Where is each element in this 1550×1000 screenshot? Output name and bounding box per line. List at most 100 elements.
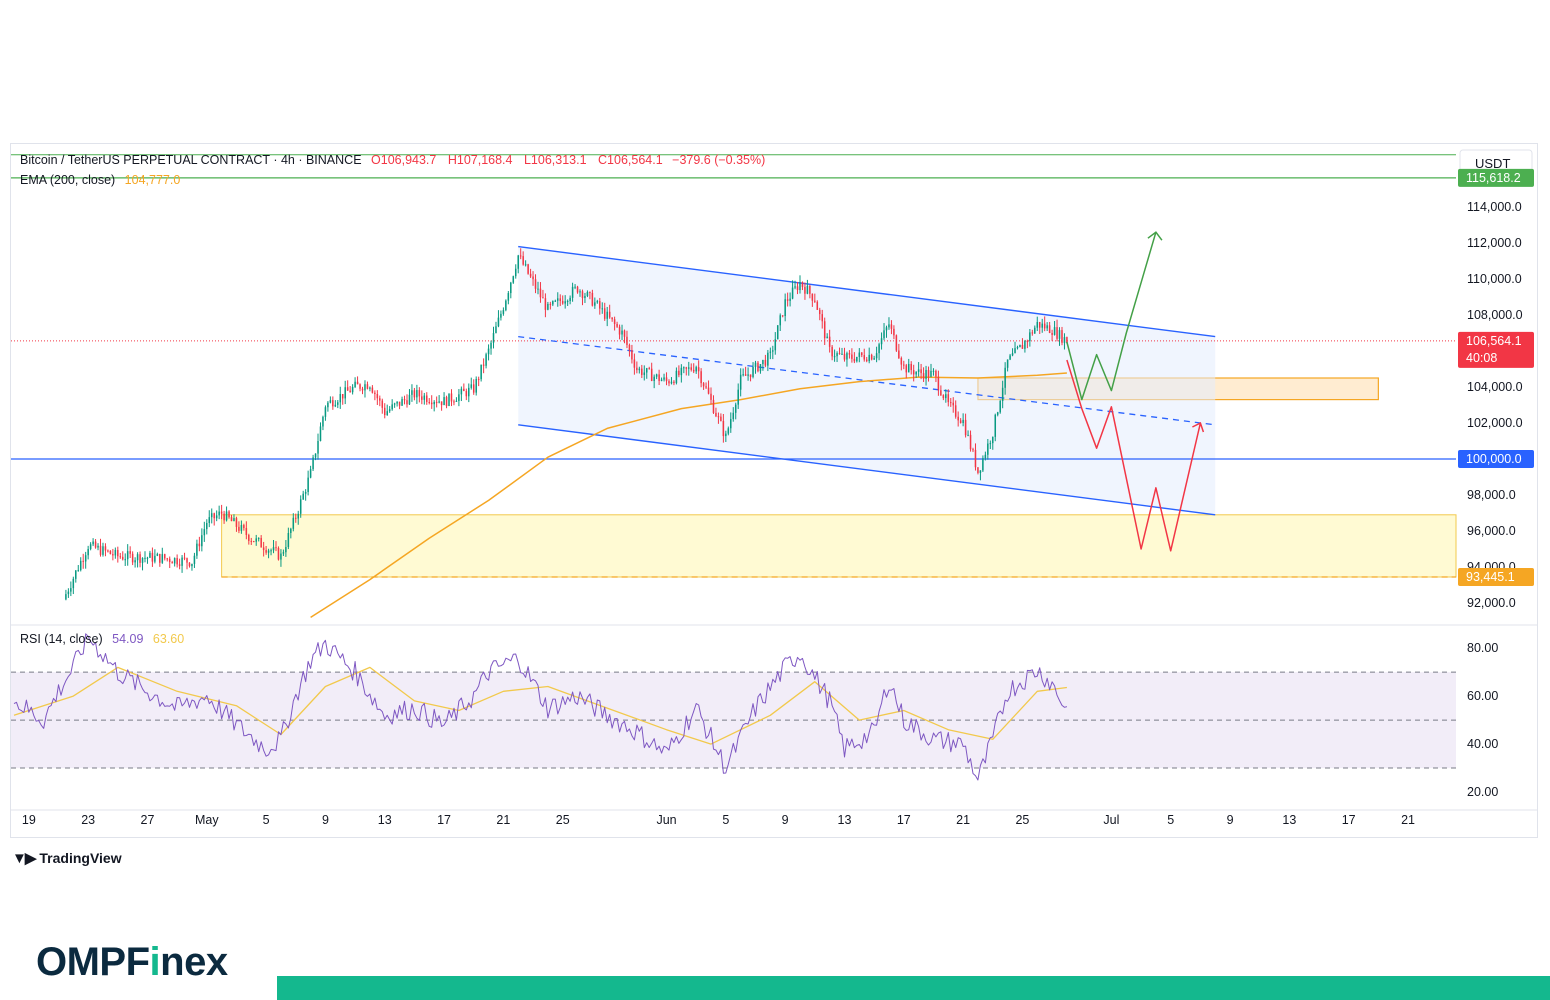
candle-body: [621, 330, 623, 335]
candle-body: [463, 388, 465, 392]
candle-body: [806, 285, 809, 294]
time-axis-tick: Jul: [1103, 813, 1119, 827]
candle-body: [915, 371, 917, 375]
candle-body: [878, 344, 880, 354]
candle-body: [329, 400, 332, 403]
candle-body: [984, 454, 987, 459]
candle-body: [280, 553, 282, 560]
candle-body: [505, 300, 507, 311]
candle-body: [317, 440, 319, 454]
candle-body: [977, 467, 979, 473]
candle-body: [364, 384, 366, 391]
price-axis-tick: 102,000.0: [1467, 416, 1523, 430]
candle-body: [967, 434, 969, 436]
candle-body: [228, 511, 230, 518]
candle-body: [490, 342, 492, 349]
tradingview-text: TradingView: [39, 850, 122, 866]
price-chart-canvas[interactable]: 92,000.094,000.096,000.098,000.0102,000.…: [11, 144, 1537, 837]
candle-body: [149, 552, 151, 558]
time-axis-tick: 17: [1342, 813, 1356, 827]
candle-body: [670, 381, 673, 384]
candle-body: [561, 300, 564, 304]
candle-body: [290, 528, 292, 534]
candle-body: [141, 557, 144, 563]
candle-body: [776, 325, 779, 340]
candle-body: [312, 457, 314, 470]
candle-body: [388, 409, 391, 412]
candle-body: [401, 399, 403, 406]
candle-body: [354, 381, 356, 387]
candle-body: [104, 546, 107, 551]
candle-body: [591, 292, 594, 306]
candle-body: [210, 513, 213, 518]
candle-body: [702, 383, 705, 387]
candle-body: [992, 436, 994, 444]
candle-body: [680, 367, 683, 376]
candle-body: [890, 324, 893, 329]
candle-body: [814, 300, 816, 302]
candle-body: [109, 550, 112, 555]
candle-body: [164, 554, 166, 559]
candle-body: [366, 384, 369, 389]
candle-body: [1058, 330, 1061, 339]
candle-body: [1046, 325, 1048, 329]
candle-body: [687, 367, 690, 369]
candle-body: [1056, 327, 1058, 339]
candle-body: [430, 402, 433, 405]
candle-body: [952, 402, 954, 406]
candle-body: [722, 420, 725, 437]
time-axis-tick: 13: [1282, 813, 1296, 827]
candle-body: [712, 399, 715, 413]
candle-body: [124, 559, 126, 561]
price-axis-tick: 108,000.0: [1467, 308, 1523, 322]
candle-body: [752, 366, 754, 377]
tradingview-logo[interactable]: ▼▶ TradingView: [12, 849, 122, 867]
candle-body: [1043, 323, 1046, 329]
candle-body: [1036, 322, 1039, 328]
candle-body: [408, 394, 411, 405]
candle-body: [87, 549, 89, 556]
candle-body: [917, 369, 920, 372]
candle-body: [700, 371, 702, 384]
candle-body: [641, 368, 643, 375]
candle-body: [262, 547, 265, 551]
candle-body: [346, 387, 349, 391]
candle-body: [581, 291, 584, 299]
candle-body: [84, 555, 87, 562]
candle-body: [102, 546, 104, 555]
candle-body: [673, 381, 675, 384]
candle-body: [507, 293, 510, 301]
candle-body: [252, 541, 255, 543]
rsi-ma-value: 63.60: [152, 632, 185, 646]
candle-body: [529, 273, 532, 277]
candle-body: [636, 367, 638, 371]
candle-body: [539, 288, 542, 298]
candle-body: [974, 449, 977, 468]
time-axis-tick: 5: [722, 813, 729, 827]
candle-body: [865, 359, 868, 362]
candle-body: [631, 350, 633, 360]
candle-body: [260, 538, 262, 548]
candle-body: [747, 374, 749, 376]
candle-body: [940, 390, 942, 396]
candle-body: [888, 324, 890, 328]
brand-part1: OMPF: [36, 940, 150, 984]
price-axis-tick: 104,000.0: [1467, 380, 1523, 394]
candle-body: [519, 255, 522, 257]
price-axis-tick: 98,000.0: [1467, 488, 1516, 502]
price-axis-tick: 114,000.0: [1467, 200, 1522, 214]
candle-body: [885, 327, 888, 331]
candle-body: [1031, 332, 1034, 334]
candle-body: [851, 354, 853, 359]
symbol-legend: Bitcoin / TetherUS PERPETUAL CONTRACT · …: [20, 153, 771, 167]
price-axis-tick: 92,000.0: [1467, 596, 1516, 610]
candle-body: [725, 433, 727, 437]
candle-body: [663, 377, 665, 380]
candle-body: [799, 282, 801, 291]
candle-body: [643, 372, 646, 375]
candle-body: [287, 533, 290, 547]
candle-body: [361, 388, 364, 391]
candle-body: [769, 351, 772, 353]
candle-body: [285, 546, 287, 553]
candle-body: [601, 308, 604, 310]
